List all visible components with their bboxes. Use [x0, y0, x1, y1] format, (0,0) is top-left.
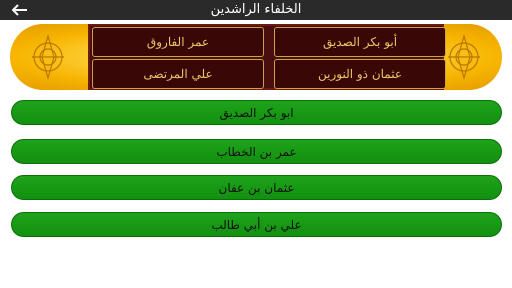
calligraphy-umar: عمر الفاروق [92, 27, 264, 57]
app-bar: الخلفاء الراشدين [0, 0, 512, 20]
ornament-icon [448, 33, 480, 81]
ornament-icon [32, 33, 64, 81]
page-title: الخلفاء الراشدين [210, 2, 302, 17]
caliph-button-abu-bakr[interactable]: ابو بكر الصديق [11, 100, 502, 125]
calligraphy-abu-bakr: أبو بكر الصديق [274, 27, 446, 57]
calligraphy-plaque: أبو بكر الصديق عمر الفاروق عثمان ذو النو… [88, 24, 446, 90]
calligraphy-uthman: عثمان ذو النورين [274, 59, 446, 89]
caliph-button-ali[interactable]: علي بن أبي طالب [11, 212, 502, 237]
caliph-button-uthman[interactable]: عثمان بن عفان [11, 175, 502, 200]
caliph-button-umar[interactable]: عمر بن الخطاب [11, 139, 502, 164]
caliphs-banner-image: أبو بكر الصديق عمر الفاروق عثمان ذو النو… [10, 24, 502, 90]
calligraphy-ali: علي المرتضى [92, 59, 264, 89]
